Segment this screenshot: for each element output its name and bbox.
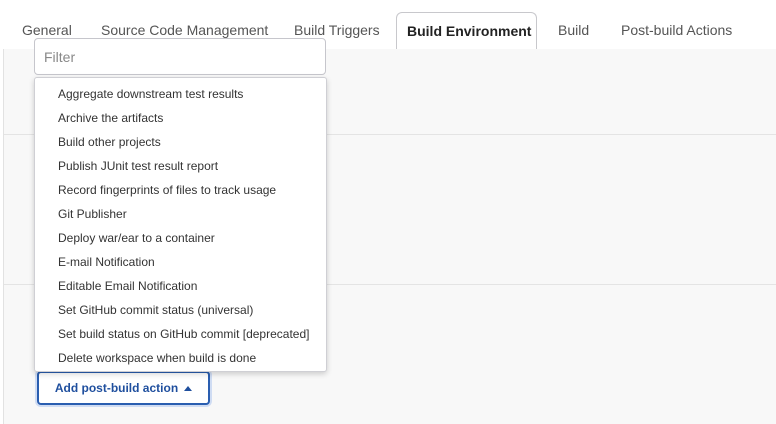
menu-item-archive-artifacts[interactable]: Archive the artifacts: [35, 106, 326, 130]
add-post-build-action-button[interactable]: Add post-build action: [37, 371, 210, 405]
menu-item-email-notification[interactable]: E-mail Notification: [35, 250, 326, 274]
post-build-action-menu: Aggregate downstream test results Archiv…: [34, 77, 327, 372]
filter-input[interactable]: [34, 38, 326, 75]
menu-item-set-build-status-github-deprecated[interactable]: Set build status on GitHub commit [depre…: [35, 322, 326, 346]
menu-item-deploy-war-ear[interactable]: Deploy war/ear to a container: [35, 226, 326, 250]
menu-item-publish-junit-report[interactable]: Publish JUnit test result report: [35, 154, 326, 178]
tab-post-build-actions[interactable]: Post-build Actions: [621, 12, 732, 49]
menu-item-git-publisher[interactable]: Git Publisher: [35, 202, 326, 226]
tab-build[interactable]: Build: [558, 12, 589, 49]
menu-item-aggregate-downstream-test-results[interactable]: Aggregate downstream test results: [35, 82, 326, 106]
caret-up-icon: [184, 385, 193, 391]
add-post-build-action-label: Add post-build action: [54, 381, 179, 395]
menu-item-set-github-commit-status[interactable]: Set GitHub commit status (universal): [35, 298, 326, 322]
menu-item-editable-email-notification[interactable]: Editable Email Notification: [35, 274, 326, 298]
menu-item-delete-workspace[interactable]: Delete workspace when build is done: [35, 346, 326, 370]
menu-item-build-other-projects[interactable]: Build other projects: [35, 130, 326, 154]
menu-item-record-fingerprints[interactable]: Record fingerprints of files to track us…: [35, 178, 326, 202]
tab-build-environment[interactable]: Build Environment: [396, 12, 537, 49]
